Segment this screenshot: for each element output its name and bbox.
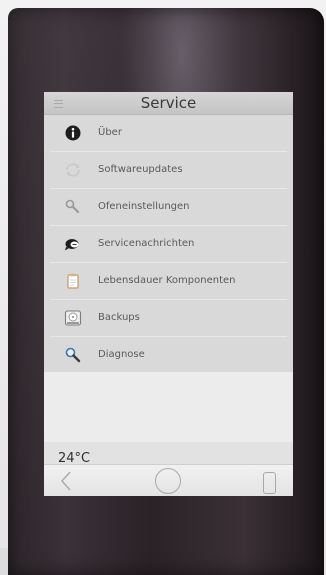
service-menu-list: Über Softwareupdates Ofeneinstellungen S… — [44, 115, 293, 372]
menu-item-ueber[interactable]: Über — [50, 115, 287, 152]
empty-content-area — [44, 372, 293, 442]
menu-item-lebensdauer-komponenten[interactable]: Lebensdauer Komponenten — [50, 263, 287, 300]
menu-item-label: Diagnose — [98, 349, 145, 360]
device-icon[interactable] — [263, 472, 276, 494]
menu-item-diagnose[interactable]: Diagnose — [50, 337, 287, 373]
page: Service Über Softwareupdates Ofeneinstel… — [0, 0, 326, 575]
navigation-bar — [44, 464, 293, 496]
magnifier-icon — [64, 346, 82, 364]
touch-screen: Service Über Softwareupdates Ofeneinstel… — [44, 92, 293, 496]
update-icon — [64, 161, 82, 179]
home-icon[interactable] — [155, 468, 181, 494]
title-bar: Service — [44, 92, 293, 115]
menu-item-servicenachrichten[interactable]: Servicenachrichten — [50, 226, 287, 263]
menu-item-label: Servicenachrichten — [98, 238, 195, 249]
hamburger-menu-icon[interactable] — [54, 100, 63, 108]
menu-item-label: Backups — [98, 312, 140, 323]
menu-item-label: Softwareupdates — [98, 164, 183, 175]
menu-item-label: Ofeneinstellungen — [98, 201, 190, 212]
menu-item-ofeneinstellungen[interactable]: Ofeneinstellungen — [50, 189, 287, 226]
wall-strip — [0, 548, 8, 575]
menu-item-label: Über — [98, 127, 122, 138]
clipboard-icon — [64, 272, 82, 290]
message-icon — [64, 235, 82, 253]
backup-drive-icon — [64, 309, 82, 327]
menu-item-label: Lebensdauer Komponenten — [98, 275, 236, 286]
menu-item-backups[interactable]: Backups — [50, 300, 287, 337]
page-title: Service — [140, 94, 197, 112]
info-icon — [64, 124, 82, 142]
menu-item-softwareupdates[interactable]: Softwareupdates — [50, 152, 287, 189]
wrench-icon — [64, 198, 82, 216]
back-icon[interactable] — [56, 468, 76, 494]
